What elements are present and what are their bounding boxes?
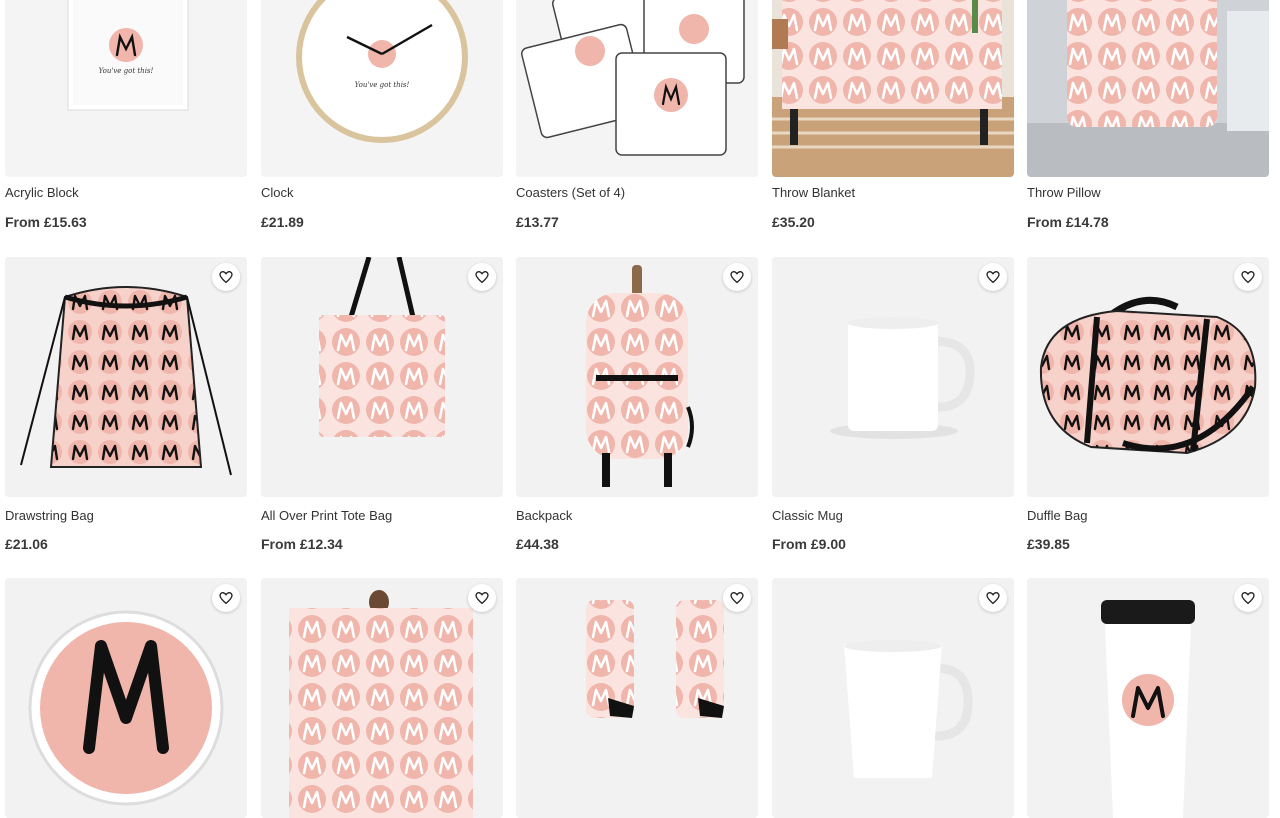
favorite-button[interactable] — [468, 263, 496, 291]
product-image[interactable] — [516, 0, 758, 177]
heart-outline-icon — [1240, 590, 1256, 606]
heart-outline-icon — [218, 590, 234, 606]
product-image[interactable] — [772, 0, 1014, 177]
product-name[interactable]: Acrylic Block — [5, 185, 79, 200]
product-price: £35.20 — [772, 214, 815, 230]
heart-outline-icon — [474, 269, 490, 285]
product-name[interactable]: Drawstring Bag — [5, 508, 94, 523]
socks-image — [516, 578, 758, 818]
heart-outline-icon — [1240, 269, 1256, 285]
latte-mug-image — [772, 578, 1014, 818]
acrylic-block-image: You've got this! — [5, 0, 247, 177]
clock-image: You've got this! — [261, 0, 503, 177]
product-image[interactable]: You've got this! — [5, 0, 247, 177]
duffle-bag-image — [1027, 257, 1269, 497]
product-image[interactable] — [516, 257, 758, 497]
favorite-button[interactable] — [723, 263, 751, 291]
product-price: £13.77 — [516, 214, 559, 230]
product-image[interactable] — [1027, 0, 1269, 177]
throw-blanket-image — [772, 0, 1014, 177]
product-name[interactable]: Classic Mug — [772, 508, 843, 523]
coasters-image — [516, 0, 758, 177]
heart-outline-icon — [218, 269, 234, 285]
product-name[interactable]: Throw Blanket — [772, 185, 855, 200]
product-image[interactable] — [1027, 578, 1269, 818]
favorite-button[interactable] — [212, 263, 240, 291]
product-image[interactable] — [5, 257, 247, 497]
product-price: £21.06 — [5, 536, 48, 552]
product-price: From £14.78 — [1027, 214, 1109, 230]
favorite-button[interactable] — [723, 584, 751, 612]
product-name[interactable]: Clock — [261, 185, 294, 200]
pin-button-image — [5, 578, 247, 818]
product-image[interactable] — [261, 257, 503, 497]
product-image[interactable] — [261, 578, 503, 818]
heart-outline-icon — [729, 590, 745, 606]
svg-text:You've got this!: You've got this! — [355, 81, 410, 89]
product-name[interactable]: Throw Pillow — [1027, 185, 1101, 200]
favorite-button[interactable] — [979, 584, 1007, 612]
product-image[interactable] — [1027, 257, 1269, 497]
product-price: £21.89 — [261, 214, 304, 230]
favorite-button[interactable] — [468, 584, 496, 612]
travel-mug-image — [1027, 578, 1269, 818]
product-price: From £9.00 — [772, 536, 846, 552]
drawstring-bag-image — [5, 257, 247, 497]
product-name[interactable]: Duffle Bag — [1027, 508, 1087, 523]
product-image[interactable] — [5, 578, 247, 818]
product-price: From £12.34 — [261, 536, 343, 552]
favorite-button[interactable] — [212, 584, 240, 612]
product-image[interactable] — [772, 578, 1014, 818]
product-price: £39.85 — [1027, 536, 1070, 552]
product-price: £44.38 — [516, 536, 559, 552]
favorite-button[interactable] — [1234, 584, 1262, 612]
tote-bag-image — [261, 257, 503, 497]
product-image[interactable] — [772, 257, 1014, 497]
product-image[interactable]: You've got this! — [261, 0, 503, 177]
heart-outline-icon — [985, 590, 1001, 606]
favorite-button[interactable] — [979, 263, 1007, 291]
classic-mug-image — [772, 257, 1014, 497]
svg-text:You've got this!: You've got this! — [99, 67, 154, 75]
product-name[interactable]: Coasters (Set of 4) — [516, 185, 625, 200]
product-image[interactable] — [516, 578, 758, 818]
throw-pillow-image — [1027, 0, 1269, 177]
heart-outline-icon — [729, 269, 745, 285]
heart-outline-icon — [985, 269, 1001, 285]
scarf-image — [261, 578, 503, 818]
product-name[interactable]: Backpack — [516, 508, 572, 523]
heart-outline-icon — [474, 590, 490, 606]
product-grid: You've got this! Acrylic Block From £15.… — [0, 0, 1280, 818]
favorite-button[interactable] — [1234, 263, 1262, 291]
product-name[interactable]: All Over Print Tote Bag — [261, 508, 392, 523]
product-price: From £15.63 — [5, 214, 87, 230]
backpack-image — [516, 257, 758, 497]
